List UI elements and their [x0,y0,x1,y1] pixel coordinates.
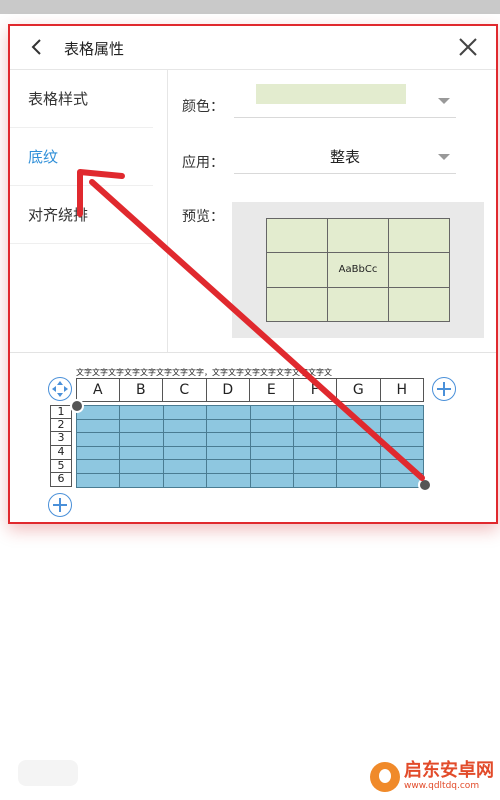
back-arrow-icon[interactable] [26,36,48,58]
chevron-down-icon [438,98,450,104]
row-header[interactable]: 5 [50,459,72,474]
apply-to-value: 整表 [330,148,361,166]
watermark-logo-icon [370,761,400,792]
column-headers: A B C D E F G H [76,378,424,402]
move-table-button[interactable] [48,377,72,401]
column-header[interactable]: B [119,378,163,402]
close-icon[interactable] [456,35,480,59]
color-dropdown[interactable] [234,84,456,118]
table-properties-dialog: 表格属性 表格样式 底纹 对齐绕排 颜色： 应用： 整表 预览： AaBbCc [8,24,498,524]
watermark-url: www.qdltdq.com [404,781,480,791]
dialog-header: 表格属性 [10,26,496,70]
document-text: 文字文字文字文字文字文字文字文字，文字文字文字文字文字文字文字文 [76,368,332,377]
row-header[interactable]: 6 [50,473,72,488]
dialog-title: 表格属性 [64,40,125,58]
apply-to-dropdown[interactable]: 整表 [234,140,456,174]
selection-end-handle[interactable] [418,478,432,492]
shading-settings: 颜色： 应用： 整表 预览： AaBbCc [168,70,496,352]
row-header[interactable]: 2 [50,418,72,433]
row-headers: 1 2 3 4 5 6 [50,405,72,488]
preview-table: AaBbCc [266,217,450,323]
move-arrows-icon [52,381,68,397]
add-row-button[interactable] [48,493,72,517]
row-header[interactable]: 1 [50,405,72,419]
nav-item-alignment-wrap[interactable]: 对齐绕排 [10,186,153,244]
watermark-title: 启东安卓网 [404,760,494,781]
column-header[interactable]: F [293,378,337,402]
apply-label: 应用： [182,155,224,171]
column-header[interactable]: G [337,378,381,402]
add-column-button[interactable] [432,377,456,401]
preview-sample-text: AaBbCc [327,252,389,288]
row-header[interactable]: 3 [50,432,72,447]
color-label: 颜色： [182,99,224,115]
status-bar [0,0,500,14]
shaded-table[interactable] [75,405,425,488]
document-table-editor: 文字文字文字文字文字文字文字文字，文字文字文字文字文字文字文字文 A B C D… [10,353,496,522]
column-header[interactable]: C [163,378,207,402]
chevron-down-icon [438,154,450,160]
property-category-nav: 表格样式 底纹 对齐绕排 [10,70,168,352]
nav-item-shading[interactable]: 底纹 [10,128,153,186]
column-header[interactable]: D [206,378,250,402]
column-header[interactable]: A [76,378,120,402]
column-header[interactable]: H [380,378,424,402]
preview-label: 预览： [182,209,224,225]
nav-item-table-style[interactable]: 表格样式 [10,70,153,128]
blurred-area [18,760,78,786]
column-header[interactable]: E [250,378,294,402]
color-swatch [256,84,406,104]
plus-icon [437,382,451,396]
row-header[interactable]: 4 [50,446,72,460]
plus-icon [53,498,67,512]
shading-preview: AaBbCc [232,202,484,338]
site-watermark: 启东安卓网 www.qdltdq.com [370,761,494,792]
selection-start-handle[interactable] [70,399,84,413]
